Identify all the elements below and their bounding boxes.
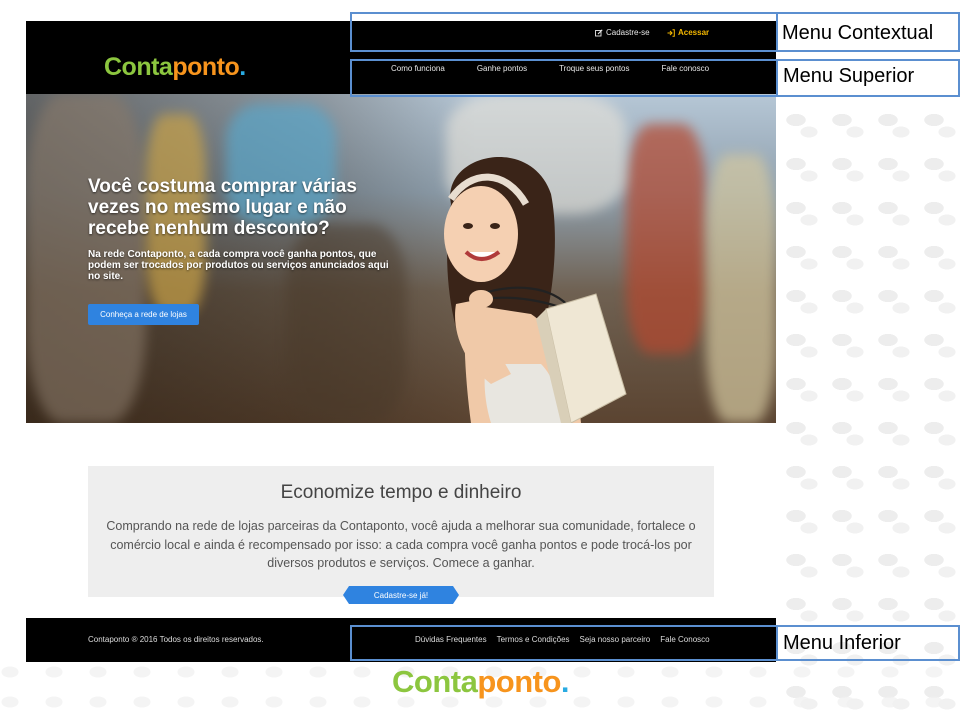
hero-banner: Você costuma comprar várias vezes no mes… — [26, 94, 776, 423]
website-mockup: Cadastre-se Acessar Conta ponto. Como fun… — [26, 21, 776, 662]
footer-copyright: Contaponto ® 2016 Todos os direitos rese… — [88, 635, 264, 644]
annotation-label-contextual: Menu Contextual — [782, 22, 934, 44]
info-title: Economize tempo e dinheiro — [280, 482, 522, 503]
hero-building-cream — [706, 154, 776, 423]
info-text: Comprando na rede de lojas parceiras da … — [106, 519, 696, 570]
conheca-rede-lojas-button[interactable]: Conheça a rede de lojas — [88, 304, 199, 325]
slide-footer-logo: Conta ponto. — [392, 664, 570, 699]
annotation-box-contextual — [350, 12, 778, 52]
woman-with-shopping-bag-image — [444, 156, 627, 423]
annotation-box-superior — [350, 59, 778, 97]
info-section: Economize tempo e dinheiro Comprando na … — [88, 466, 714, 597]
contaponto-logo[interactable]: Conta ponto. — [104, 53, 246, 82]
annotation-box-inferior — [350, 625, 778, 661]
hero-headline: Você costuma comprar várias vezes no mes… — [88, 176, 357, 239]
annotation-label-superior: Menu Superior — [783, 65, 915, 87]
cadastre-se-ja-button[interactable]: Cadastre-se já! — [343, 586, 459, 604]
annotation-label-inferior: Menu Inferior — [783, 632, 901, 654]
hero-subtext: Na rede Contaponto, a cada compra você g… — [88, 249, 389, 282]
